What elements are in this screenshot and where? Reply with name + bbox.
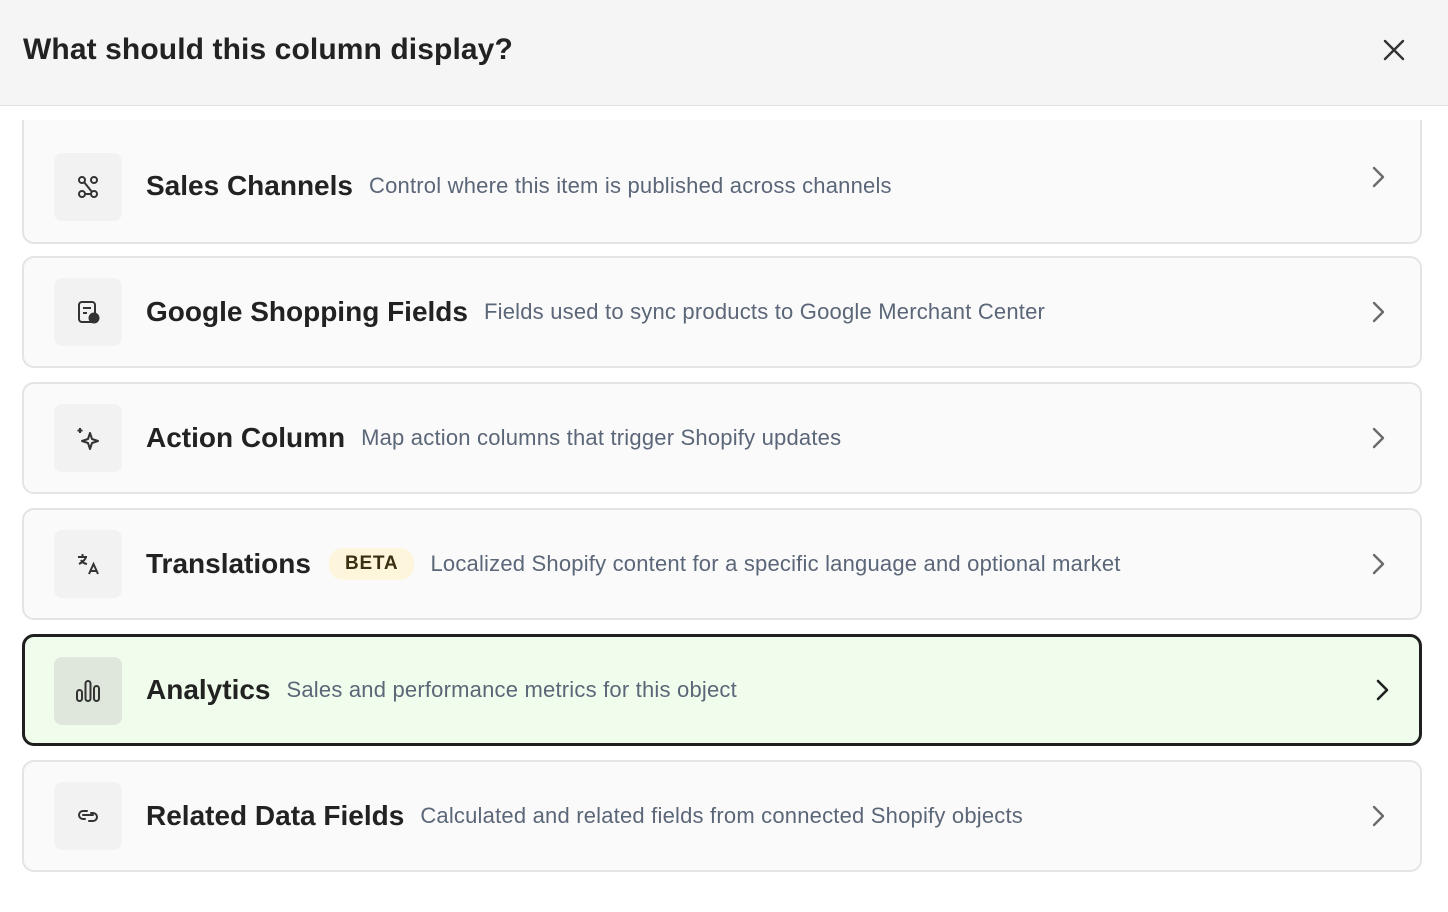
sparkle-icon bbox=[54, 404, 122, 472]
bar-chart-icon bbox=[54, 657, 122, 725]
row-title: Translations bbox=[146, 548, 311, 579]
chevron-right-icon bbox=[1368, 676, 1396, 704]
option-action-column[interactable]: Action Column Map action columns that tr… bbox=[22, 382, 1422, 494]
row-description: Sales and performance metrics for this o… bbox=[286, 677, 737, 702]
row-description: Calculated and related fields from conne… bbox=[420, 803, 1023, 828]
google-shopping-icon bbox=[54, 278, 122, 346]
chevron-right-icon bbox=[1364, 163, 1392, 191]
sales-channels-icon bbox=[54, 153, 122, 221]
dialog-title: What should this column display? bbox=[23, 33, 513, 66]
link-icon bbox=[54, 782, 122, 850]
chevron-right-icon bbox=[1364, 298, 1392, 326]
option-related-data-fields[interactable]: Related Data Fields Calculated and relat… bbox=[22, 760, 1422, 872]
row-title: Sales Channels bbox=[146, 170, 353, 201]
close-icon bbox=[1382, 38, 1406, 62]
option-google-shopping-fields[interactable]: Google Shopping Fields Fields used to sy… bbox=[22, 256, 1422, 368]
row-title: Google Shopping Fields bbox=[146, 296, 468, 327]
translate-icon bbox=[54, 530, 122, 598]
row-description: Control where this item is published acr… bbox=[368, 173, 892, 198]
row-description: Localized Shopify content for a specific… bbox=[430, 551, 1121, 576]
beta-badge: BETA bbox=[328, 548, 415, 580]
option-list: Sales Channels Control where this item i… bbox=[22, 120, 1422, 900]
chevron-right-icon bbox=[1364, 550, 1392, 578]
chevron-right-icon bbox=[1364, 802, 1392, 830]
option-analytics[interactable]: Analytics Sales and performance metrics … bbox=[22, 634, 1422, 746]
option-translations[interactable]: Translations BETA Localized Shopify cont… bbox=[22, 508, 1422, 620]
row-description: Map action columns that trigger Shopify … bbox=[361, 425, 842, 450]
chevron-right-icon bbox=[1364, 424, 1392, 452]
row-description: Fields used to sync products to Google M… bbox=[484, 299, 1046, 324]
close-button[interactable] bbox=[1372, 28, 1416, 72]
row-title: Action Column bbox=[146, 422, 346, 453]
row-title: Related Data Fields bbox=[146, 800, 405, 831]
row-title: Analytics bbox=[146, 674, 271, 705]
dialog-header: What should this column display? bbox=[0, 0, 1448, 106]
option-sales-channels[interactable]: Sales Channels Control where this item i… bbox=[22, 120, 1422, 244]
